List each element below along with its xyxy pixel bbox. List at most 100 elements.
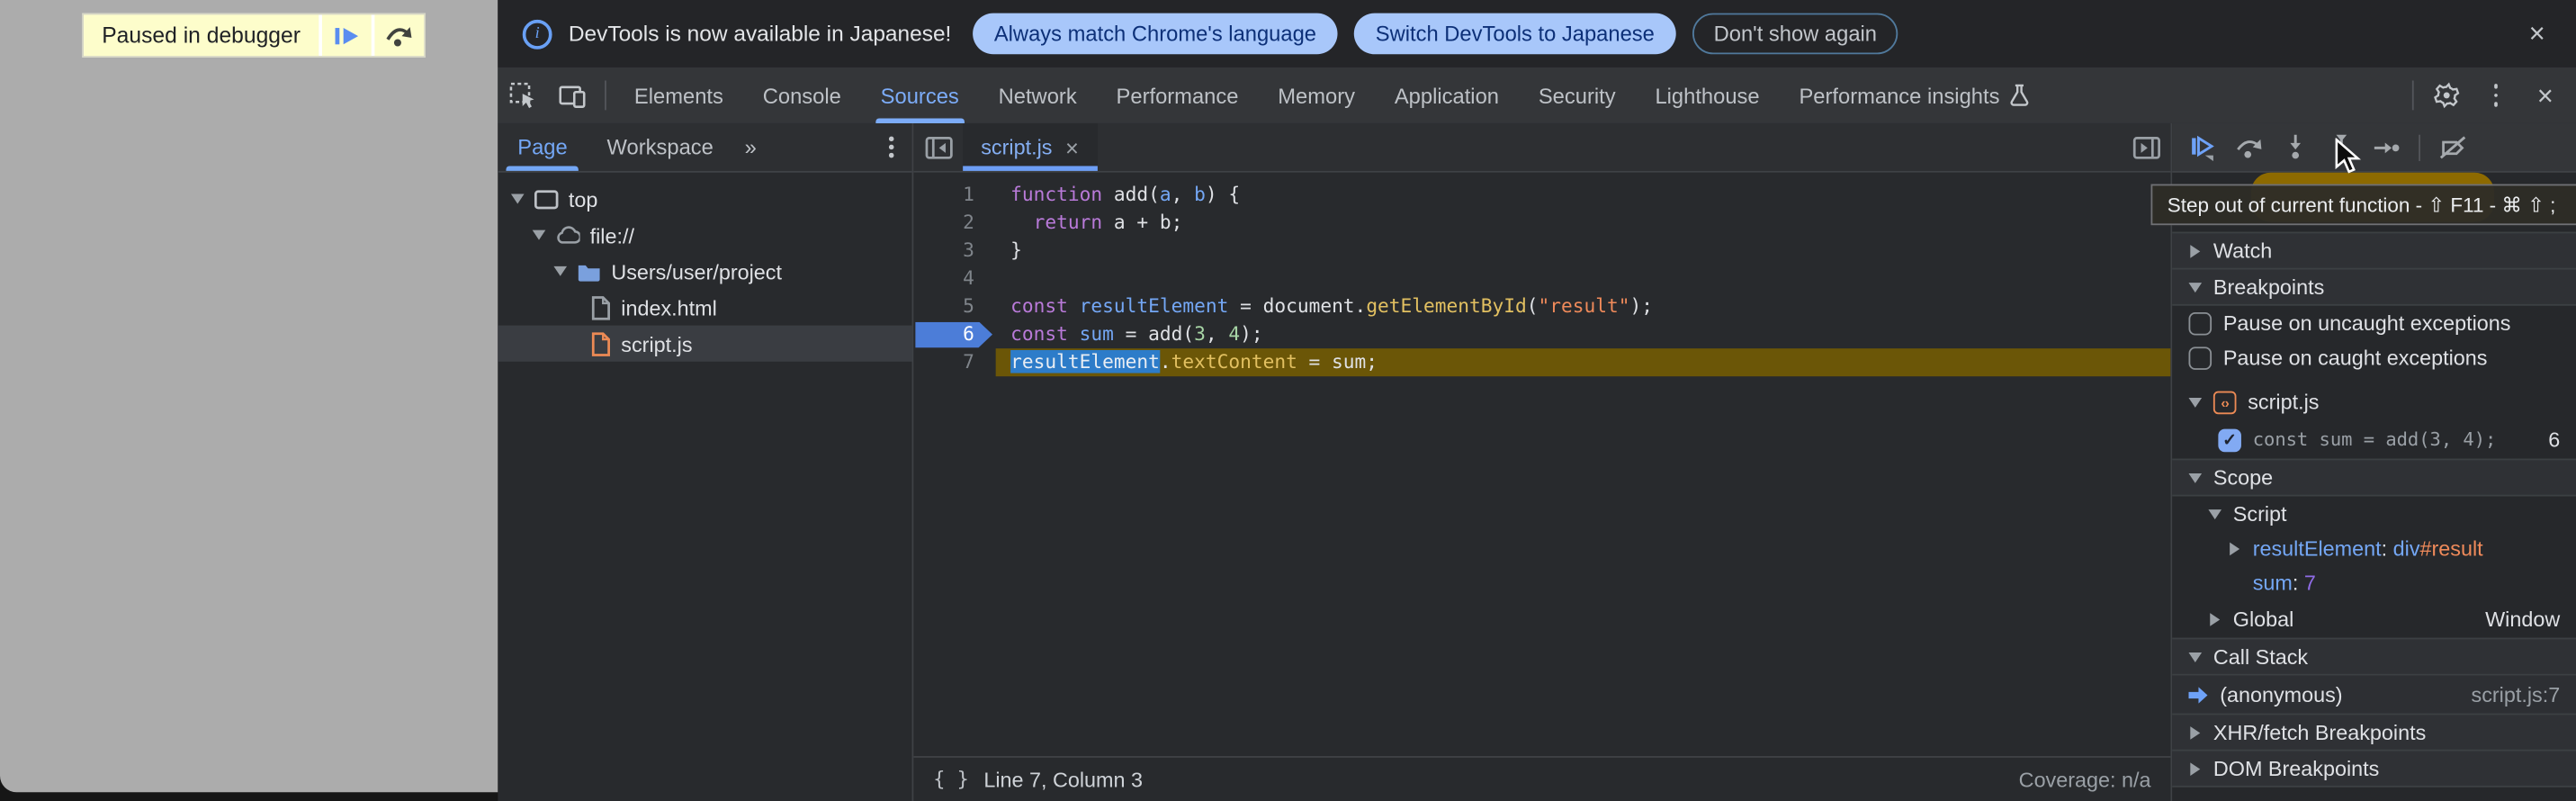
switch-to-japanese-button[interactable]: Switch DevTools to Japanese	[1354, 14, 1676, 55]
device-toolbar-button[interactable]	[547, 68, 597, 123]
call-stack-frame[interactable]: (anonymous) script.js:7	[2172, 676, 2576, 714]
notification-close-icon[interactable]: ×	[2522, 16, 2552, 50]
tab-close-icon[interactable]: ×	[1065, 136, 1079, 159]
chevron-down-icon[interactable]	[553, 266, 567, 276]
step-over-icon	[2235, 134, 2263, 160]
tree-item-project-folder[interactable]: Users/user/project	[498, 253, 911, 289]
breakpoint-entry[interactable]: ✓ const sum = add(3, 4); 6	[2172, 421, 2576, 459]
navigator-tab-workspace[interactable]: Workspace	[588, 123, 733, 171]
flask-icon	[2009, 84, 2029, 107]
tab-sources[interactable]: Sources	[861, 68, 979, 123]
web-page-background	[0, 0, 498, 792]
chevron-down-icon[interactable]	[533, 230, 546, 240]
checkbox-unchecked[interactable]	[2188, 346, 2212, 369]
more-tabs-icon[interactable]: »	[733, 135, 770, 159]
code-text[interactable]: resultElement.textContent = sum;	[996, 348, 2171, 376]
tree-item-top[interactable]: top	[498, 181, 911, 217]
cursor-position: Line 7, Column 3	[983, 767, 1143, 791]
section-watch[interactable]: Watch	[2172, 231, 2576, 269]
folder-icon	[577, 260, 601, 282]
info-icon: i	[523, 19, 552, 49]
scope-var-result-element[interactable]: resultElement: div#result	[2172, 531, 2576, 565]
tab-performance[interactable]: Performance	[1097, 68, 1259, 123]
hide-navigator-button[interactable]	[913, 136, 963, 159]
section-breakpoints[interactable]: Breakpoints	[2172, 268, 2576, 306]
pause-caught-exceptions-row[interactable]: Pause on caught exceptions	[2172, 340, 2576, 374]
breakpoint-line-number[interactable]: 6	[913, 320, 995, 348]
navigator-tab-page[interactable]: Page	[498, 123, 587, 171]
code-area[interactable]: 1function add(a, b) {2 return a + b;3}45…	[913, 173, 2170, 755]
section-call-stack[interactable]: Call Stack	[2172, 638, 2576, 676]
tab-lighthouse[interactable]: Lighthouse	[1636, 68, 1780, 123]
pause-uncaught-exceptions-row[interactable]: Pause on uncaught exceptions	[2172, 306, 2576, 340]
deactivate-breakpoints-icon	[2437, 134, 2467, 160]
checkbox-checked[interactable]: ✓	[2218, 428, 2241, 452]
dont-show-again-button[interactable]: Don't show again	[1692, 14, 1898, 55]
tree-item-file-protocol[interactable]: file://	[498, 217, 911, 253]
scope-var-sum[interactable]: sum: 7	[2172, 565, 2576, 599]
line-number[interactable]: 4	[913, 265, 995, 292]
scope-global-group[interactable]: Global Window	[2172, 600, 2576, 638]
navigator-menu-icon[interactable]	[889, 136, 893, 158]
always-match-language-button[interactable]: Always match Chrome's language	[973, 14, 1338, 55]
settings-button[interactable]	[2422, 68, 2472, 123]
line-number[interactable]: 2	[913, 209, 995, 237]
tab-memory[interactable]: Memory	[1258, 68, 1375, 123]
chevron-down-icon[interactable]	[511, 194, 525, 203]
show-debugger-sidebar-button[interactable]	[2122, 136, 2171, 159]
code-text[interactable]: return a + b;	[996, 209, 2171, 237]
code-text[interactable]	[996, 265, 2171, 292]
step-over-button[interactable]	[374, 14, 424, 56]
mouse-cursor	[2335, 138, 2368, 182]
js-file-icon	[590, 331, 612, 356]
checkbox-unchecked[interactable]	[2188, 311, 2212, 335]
code-line: 7resultElement.textContent = sum;	[913, 348, 2170, 376]
resume-icon	[333, 23, 359, 47]
step-button[interactable]	[2365, 128, 2409, 166]
navigator-pane: Page Workspace » top	[498, 123, 913, 801]
devtools-close-button[interactable]: ×	[2520, 68, 2570, 123]
scope-script-group[interactable]: Script	[2172, 497, 2576, 531]
code-text[interactable]: }	[996, 237, 2171, 265]
tab-application[interactable]: Application	[1375, 68, 1519, 123]
devtools-window: i DevTools is now available in Japanese!…	[498, 0, 2576, 801]
tree-item-index-html[interactable]: index.html	[498, 289, 911, 325]
line-number[interactable]: 7	[913, 348, 995, 376]
section-dom-breakpoints[interactable]: DOM Breakpoints	[2172, 750, 2576, 788]
code-text[interactable]: const resultElement = document.getElemen…	[996, 292, 2171, 320]
chevron-right-icon	[2230, 542, 2239, 555]
inspect-element-button[interactable]	[498, 68, 547, 123]
pretty-print-icon[interactable]: { }	[933, 768, 969, 791]
line-number[interactable]: 1	[913, 181, 995, 209]
line-number[interactable]: 5	[913, 292, 995, 320]
resume-button[interactable]	[2180, 128, 2224, 166]
file-icon	[590, 295, 612, 320]
panel-right-icon	[2132, 136, 2159, 159]
tab-network[interactable]: Network	[979, 68, 1097, 123]
gear-icon	[2434, 82, 2460, 108]
tree-item-script-js[interactable]: script.js	[498, 326, 911, 362]
tab-performance-insights[interactable]: Performance insights	[1780, 68, 2050, 123]
editor-pane: script.js × 1function add(a, b) {2 retur…	[913, 123, 2172, 801]
code-line: 6const sum = add(3, 4);	[913, 320, 2170, 348]
tab-console[interactable]: Console	[743, 68, 861, 123]
toolbar-spacer	[2049, 68, 2403, 123]
tab-security[interactable]: Security	[1519, 68, 1636, 123]
step-over-button[interactable]	[2227, 128, 2271, 166]
editor-tab-script-js[interactable]: script.js ×	[963, 123, 1097, 171]
resume-icon	[2188, 132, 2218, 162]
tab-elements[interactable]: Elements	[615, 68, 743, 123]
kebab-menu-icon	[2493, 85, 2498, 107]
section-xhr-breakpoints[interactable]: XHR/fetch Breakpoints	[2172, 714, 2576, 752]
code-text[interactable]: const sum = add(3, 4);	[996, 320, 2171, 348]
line-number[interactable]: 3	[913, 237, 995, 265]
section-scope[interactable]: Scope	[2172, 459, 2576, 497]
breakpoint-file-group[interactable]: ‹› script.js	[2172, 383, 2576, 421]
code-text[interactable]: function add(a, b) {	[996, 181, 2171, 209]
devtools-menu-button[interactable]	[2472, 68, 2521, 123]
deactivate-breakpoints-button[interactable]	[2430, 128, 2474, 166]
frame-location: script.js:7	[2472, 682, 2576, 706]
resume-script-button[interactable]	[322, 14, 372, 56]
step-into-button[interactable]	[2273, 128, 2317, 166]
spacer	[2172, 374, 2576, 382]
